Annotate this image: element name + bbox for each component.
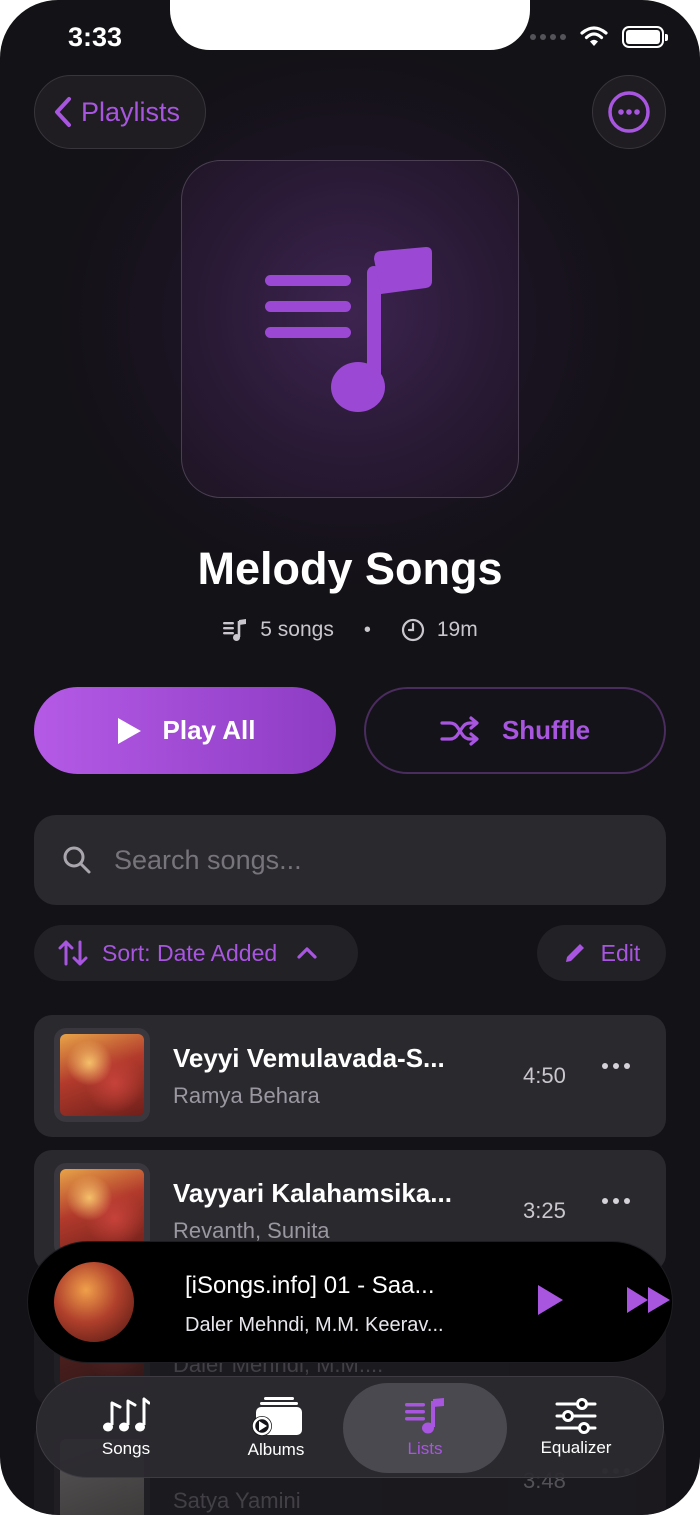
search-input[interactable] <box>114 844 614 876</box>
sort-button[interactable]: Sort: Date Added <box>34 925 358 981</box>
notch <box>170 0 530 50</box>
shuffle-icon <box>440 715 479 746</box>
album-art <box>54 1028 150 1122</box>
edit-label: Edit <box>600 939 641 966</box>
phone-screen: 3:33 Playlists Melody Songs 5 songs • 19… <box>0 0 700 1515</box>
song-more-icon[interactable] <box>602 1063 630 1069</box>
search-icon <box>63 846 91 874</box>
list-music-icon <box>223 619 247 641</box>
back-label: Playlists <box>81 96 181 127</box>
tab-label: Songs <box>101 1439 151 1458</box>
song-artist: Revanth, Sunita <box>173 1218 330 1243</box>
playlist-artwork <box>181 160 519 498</box>
song-title: Veyyi Vemulavada-S... <box>173 1043 445 1073</box>
play-all-button[interactable]: Play All <box>34 687 336 774</box>
albums-icon <box>252 1397 302 1436</box>
song-artist: Satya Yamini <box>173 1488 301 1513</box>
playlist-icon <box>405 1398 444 1434</box>
battery-icon <box>622 26 668 48</box>
music-notes-icon <box>103 1397 150 1432</box>
back-button[interactable]: Playlists <box>34 75 206 149</box>
song-title: Vayyari Kalahamsika... <box>173 1178 452 1208</box>
mini-player[interactable]: [iSongs.info] 01 - Saa... Daler Mehndi, … <box>28 1242 672 1362</box>
song-row[interactable]: Veyyi Vemulavada-S... Ramya Behara 4:50 <box>34 1015 666 1137</box>
tab-lists[interactable]: Lists <box>343 1383 507 1473</box>
tab-equalizer[interactable]: Equalizer <box>501 1383 651 1473</box>
now-playing-title: [iSongs.info] 01 - Saa... <box>185 1272 435 1299</box>
playlist-music-icon <box>265 247 432 412</box>
song-count: 5 songs <box>222 618 334 642</box>
shuffle-label: Shuffle <box>501 715 591 745</box>
duration-label: 19m <box>436 618 478 641</box>
tab-bar: Songs Albums Lists Equalizer <box>36 1376 664 1478</box>
chevron-left-icon <box>55 97 71 127</box>
now-playing-art <box>54 1262 134 1342</box>
pencil-icon <box>565 944 584 962</box>
wifi-icon <box>580 26 608 46</box>
status-time: 3:33 <box>68 22 123 52</box>
tab-label: Albums <box>247 1440 305 1459</box>
fast-forward-icon[interactable] <box>625 1284 673 1316</box>
song-duration: 4:50 <box>523 1063 566 1088</box>
now-playing-artist: Daler Mehndi, M.M. Keerav... <box>185 1314 444 1336</box>
tab-label: Equalizer <box>540 1438 612 1457</box>
tab-songs[interactable]: Songs <box>51 1383 201 1473</box>
sort-arrows-icon <box>58 940 88 966</box>
song-count-label: 5 songs <box>260 618 334 641</box>
signal-icon <box>530 34 566 40</box>
duration: 19m <box>401 618 478 642</box>
song-duration: 3:25 <box>523 1198 566 1223</box>
song-artist: Ramya Behara <box>173 1083 320 1108</box>
chevron-up-icon <box>297 947 317 959</box>
edit-button[interactable]: Edit <box>537 925 666 981</box>
playlist-title: Melody Songs <box>197 543 503 594</box>
play-icon <box>117 717 141 744</box>
song-more-icon[interactable] <box>602 1198 630 1204</box>
play-all-label: Play All <box>162 715 256 745</box>
tab-albums[interactable]: Albums <box>201 1383 351 1473</box>
sort-label: Sort: Date Added <box>102 939 278 966</box>
more-options-button[interactable] <box>592 75 666 149</box>
equalizer-icon <box>555 1398 597 1434</box>
play-icon[interactable] <box>534 1282 566 1318</box>
search-bar[interactable] <box>34 815 666 905</box>
status-icons <box>530 26 668 48</box>
playlist-meta: 5 songs • 19m <box>0 618 700 642</box>
meta-separator: • <box>363 618 371 641</box>
shuffle-button[interactable]: Shuffle <box>364 687 666 774</box>
tab-label: Lists <box>407 1439 443 1458</box>
clock-icon <box>401 618 424 642</box>
ellipsis-circle-icon <box>608 91 650 133</box>
